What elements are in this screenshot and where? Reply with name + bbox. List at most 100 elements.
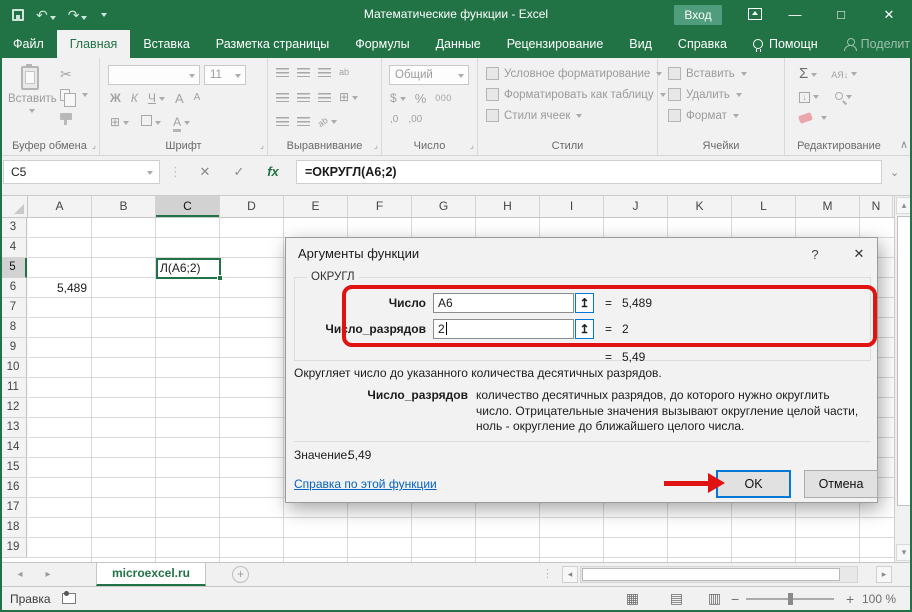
cell-a6[interactable]: 5,489 xyxy=(28,278,92,298)
select-all-corner[interactable] xyxy=(0,196,28,218)
underline-button[interactable]: Ч xyxy=(148,91,165,105)
vertical-scrollbar-thumb[interactable] xyxy=(897,216,911,506)
zoom-slider-thumb[interactable] xyxy=(788,593,793,605)
font-name-combo[interactable] xyxy=(108,65,200,85)
percent-icon[interactable]: % xyxy=(415,92,427,105)
decrease-indent-icon[interactable] xyxy=(276,117,289,126)
row-header-11[interactable]: 14 xyxy=(0,438,27,458)
orientation-button[interactable]: ab xyxy=(318,114,337,128)
column-header-2[interactable]: C xyxy=(156,196,220,217)
arg1-input[interactable]: A6 xyxy=(433,293,574,313)
zoom-level[interactable]: 100 % xyxy=(862,592,896,606)
row-header-14[interactable]: 17 xyxy=(0,498,27,518)
tab-file[interactable]: Файл xyxy=(0,30,57,58)
number-format-combo[interactable]: Общий xyxy=(389,65,469,85)
fill-handle[interactable] xyxy=(217,275,223,281)
collapse-ribbon-icon[interactable]: ∧ xyxy=(900,138,908,151)
row-header-6[interactable]: 9 xyxy=(0,338,27,358)
zoom-out-icon[interactable]: − xyxy=(731,591,739,607)
row-header-15[interactable]: 18 xyxy=(0,518,27,538)
minimize-button[interactable]: — xyxy=(778,0,812,30)
tab-data[interactable]: Данные xyxy=(423,30,494,58)
increase-indent-icon[interactable] xyxy=(297,117,310,126)
column-header-13[interactable]: N xyxy=(860,196,893,217)
row-header-12[interactable]: 15 xyxy=(0,458,27,478)
ribbon-display-options-icon[interactable] xyxy=(748,8,762,20)
column-header-0[interactable]: A xyxy=(28,196,92,217)
row-header-1[interactable]: 4 xyxy=(0,238,27,258)
dialog-close-icon[interactable]: ✕ xyxy=(846,244,872,264)
alignment-dialog-launcher-icon[interactable]: ⌟ xyxy=(374,140,378,151)
fill-color-button[interactable] xyxy=(141,115,161,129)
tab-assistant[interactable]: Помощн xyxy=(740,30,831,58)
number-dialog-launcher-icon[interactable]: ⌟ xyxy=(470,140,474,151)
tab-formulas[interactable]: Формулы xyxy=(342,30,422,58)
horizontal-scrollbar[interactable] xyxy=(580,566,858,583)
close-button[interactable]: ✕ xyxy=(872,0,906,30)
tab-share[interactable]: Поделиться xyxy=(831,30,912,58)
arg1-collapse-icon[interactable]: ↥ xyxy=(575,293,594,313)
clear-eraser-icon[interactable] xyxy=(798,112,813,124)
align-right-icon[interactable] xyxy=(318,93,331,102)
styles-item-2[interactable]: Стили ячеек xyxy=(486,105,666,126)
row-header-9[interactable]: 12 xyxy=(0,398,27,418)
page-layout-view-icon[interactable]: ▤ xyxy=(668,591,685,606)
row-header-5[interactable]: 8 xyxy=(0,318,27,338)
align-top-icon[interactable] xyxy=(276,68,289,77)
sheet-tab-microexcel[interactable]: microexcel.ru xyxy=(96,563,206,586)
column-header-6[interactable]: G xyxy=(412,196,476,217)
italic-icon[interactable]: К xyxy=(131,92,138,104)
font-color-button[interactable]: А xyxy=(173,115,190,129)
row-header-2[interactable]: 5 xyxy=(0,258,27,278)
function-help-link[interactable]: Справка по этой функции xyxy=(294,477,437,491)
fill-button[interactable]: ↓ xyxy=(799,89,819,103)
row-header-4[interactable]: 7 xyxy=(0,298,27,318)
wrap-text-icon[interactable]: ab xyxy=(339,68,349,77)
merge-center-button[interactable]: ⊞ xyxy=(339,90,358,104)
clipboard-dialog-launcher-icon[interactable]: ⌟ xyxy=(92,140,96,151)
autosum-button[interactable]: Σ xyxy=(799,66,817,81)
tab-home[interactable]: Главная xyxy=(57,30,131,58)
dialog-help-icon[interactable]: ? xyxy=(804,244,826,264)
decrease-decimal-icon[interactable]: ,00 xyxy=(408,115,422,125)
maximize-button[interactable]: □ xyxy=(824,0,858,30)
paste-button[interactable]: Вставить xyxy=(8,66,52,117)
formula-input[interactable]: =ОКРУГЛ(A6;2) xyxy=(296,160,882,184)
shrink-font-icon[interactable]: А xyxy=(194,93,201,103)
font-dialog-launcher-icon[interactable]: ⌟ xyxy=(260,140,264,151)
cells-item-0[interactable]: Вставить xyxy=(668,63,747,84)
format-painter-icon[interactable] xyxy=(60,113,72,120)
column-header-3[interactable]: D xyxy=(220,196,284,217)
tab-review[interactable]: Рецензирование xyxy=(494,30,617,58)
cells-item-2[interactable]: Формат xyxy=(668,105,747,126)
tab-help[interactable]: Справка xyxy=(665,30,740,58)
font-size-combo[interactable]: 11 xyxy=(204,65,246,85)
active-cell-c5[interactable]: Л(A6;2) xyxy=(156,258,221,279)
column-header-10[interactable]: K xyxy=(668,196,732,217)
sort-filter-button[interactable]: АЯ↓ xyxy=(831,67,857,81)
expand-formula-bar-icon[interactable]: ⌄ xyxy=(890,166,899,179)
sheet-nav-right-icon[interactable]: ▸ xyxy=(38,563,58,586)
align-bottom-icon[interactable] xyxy=(318,68,331,77)
macro-record-icon[interactable] xyxy=(62,593,76,604)
cells-item-1[interactable]: Удалить xyxy=(668,84,747,105)
hscroll-right-icon[interactable]: ▸ xyxy=(876,566,892,583)
column-header-9[interactable]: J xyxy=(604,196,668,217)
bold-icon[interactable]: Ж xyxy=(110,92,121,104)
sheet-nav-left-icon[interactable]: ◂ xyxy=(10,563,30,586)
hscroll-left-icon[interactable]: ◂ xyxy=(562,566,578,583)
cancel-button[interactable]: Отмена xyxy=(804,470,878,498)
name-box[interactable]: C5 xyxy=(3,160,160,184)
horizontal-scrollbar-thumb[interactable] xyxy=(582,568,840,581)
borders-button[interactable]: ⊞ xyxy=(110,115,129,129)
currency-button[interactable]: $ xyxy=(390,91,406,105)
ok-button[interactable]: OK xyxy=(716,470,791,498)
new-sheet-icon[interactable]: + xyxy=(232,566,249,583)
row-header-7[interactable]: 10 xyxy=(0,358,27,378)
find-select-button[interactable] xyxy=(835,89,852,103)
tab-page-layout[interactable]: Разметка страницы xyxy=(203,30,342,58)
scrollbar-resize-dots-icon[interactable]: ⋮ xyxy=(542,567,552,580)
align-center-icon[interactable] xyxy=(297,93,310,102)
zoom-in-icon[interactable]: + xyxy=(846,591,854,607)
tab-view[interactable]: Вид xyxy=(616,30,665,58)
